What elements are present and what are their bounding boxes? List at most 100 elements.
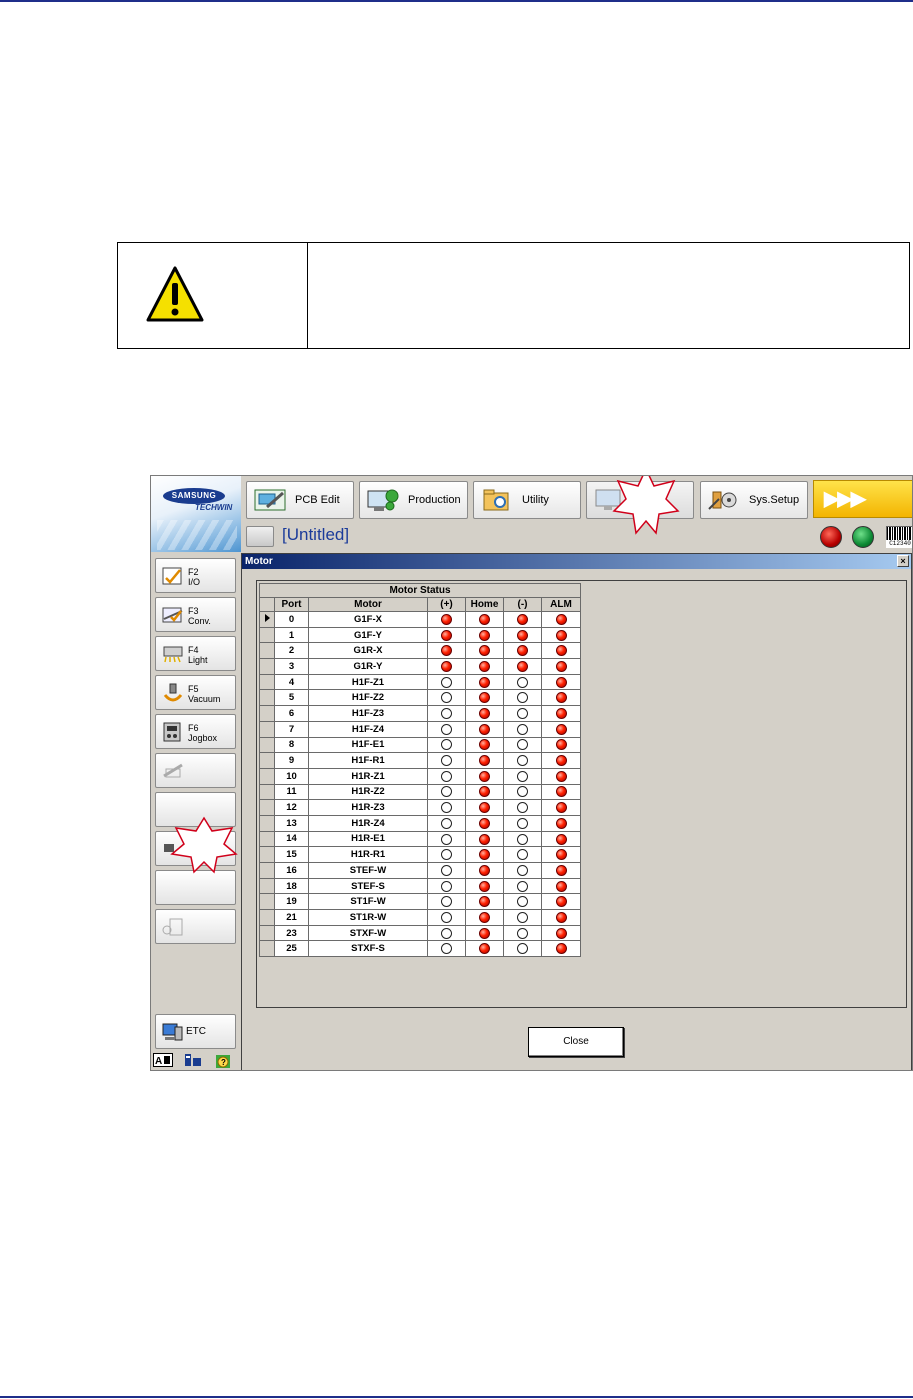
row-selector[interactable] [259,877,275,895]
table-row[interactable]: 19 ST1F-W [259,893,581,911]
plus-limit-led-icon [441,613,452,625]
home-led-icon [479,802,490,814]
io-icon [162,567,182,585]
pcb-edit-button[interactable]: PCB Edit [246,481,354,519]
utility-button[interactable]: Utility [473,481,581,519]
plus-limit-led-icon [441,708,452,720]
side-button-io[interactable]: F2 I/O [155,558,236,593]
row-selector[interactable] [259,814,275,832]
minus-limit-led-icon [517,629,528,641]
row-selector[interactable] [259,783,275,801]
row-selector[interactable] [259,736,275,754]
side-button-disabled-2[interactable] [155,909,236,944]
minus-limit-led-icon [517,755,528,767]
row-selector[interactable] [259,689,275,707]
table-row[interactable]: 18 STEF-S [259,877,581,895]
document-button[interactable] [246,526,274,547]
column-header-port[interactable]: Port [274,597,309,612]
minus-limit-led-icon [517,645,528,657]
column-header-plus[interactable]: (+) [427,597,466,612]
row-selector[interactable] [259,924,275,942]
alarm-led-icon [555,896,567,908]
home-cell [465,924,504,942]
red-status-lamp [820,526,842,548]
row-selector[interactable] [259,767,275,785]
alarm-cell [541,658,581,675]
row-selector[interactable] [259,752,275,769]
row-selector[interactable] [259,830,275,848]
side-button-vacuum[interactable]: F5 Vacuum [155,675,236,710]
side-button-jogbox[interactable]: F6 Jogbox [155,714,236,749]
home-led-icon [479,645,490,657]
home-cell [465,720,504,738]
help-icon[interactable]: ? [213,1052,233,1068]
row-selector[interactable] [259,673,275,691]
table-row[interactable]: 10 H1R-Z1 [259,767,581,785]
minus-limit-cell [503,799,542,816]
port-cell: 2 [274,642,309,660]
table-row[interactable]: 23 STXF-W [259,924,581,942]
row-selector[interactable] [259,658,275,675]
row-selector[interactable] [259,940,275,958]
row-selector[interactable] [259,626,275,644]
row-selector[interactable] [259,846,275,863]
home-led-icon [479,864,490,876]
row-selector[interactable] [259,642,275,660]
etc-label: ETC [186,1026,206,1037]
light-icon [163,646,183,663]
minus-limit-cell [503,924,542,942]
keyboard-input-icon[interactable]: A [153,1052,173,1068]
row-selector[interactable] [259,862,275,879]
table-row[interactable]: 3 G1R-Y [259,658,581,675]
table-row[interactable]: 0 G1F-X [259,611,581,628]
minus-limit-cell [503,814,542,832]
side-button-light[interactable]: F4 Light [155,636,236,671]
minus-limit-cell [503,720,542,738]
table-row[interactable]: 12 H1R-Z3 [259,799,581,816]
current-row-pointer-icon [264,614,270,623]
table-row[interactable]: 1 G1F-Y [259,626,581,644]
side-button-conv[interactable]: F3 Conv. [155,597,236,632]
row-selector[interactable] [259,893,275,911]
row-selector[interactable] [259,909,275,926]
row-selector[interactable] [259,705,275,722]
column-header-home[interactable]: Home [465,597,504,612]
table-row[interactable]: 5 H1F-Z2 [259,689,581,707]
table-row[interactable]: 9 H1F-R1 [259,752,581,769]
table-row[interactable]: 11 H1R-Z2 [259,783,581,801]
sys-setup-button[interactable]: Sys.Setup [700,481,808,519]
alarm-led-icon [555,645,567,657]
table-row[interactable]: 14 H1R-E1 [259,830,581,848]
table-row[interactable]: 2 G1R-X [259,642,581,660]
table-row[interactable]: 25 STXF-S [259,940,581,958]
table-row[interactable]: 21 ST1R-W [259,909,581,926]
table-row[interactable]: 4 H1F-Z1 [259,673,581,691]
table-row[interactable]: 13 H1R-Z4 [259,814,581,832]
motor-status-panel: Motor Status Port Motor (+) Home (-) ALM… [256,580,907,1008]
minus-limit-led-icon [517,802,528,814]
side-button-blank-2[interactable] [155,870,236,905]
row-selector[interactable] [259,799,275,816]
minus-limit-led-icon [517,723,528,735]
home-cell [465,752,504,769]
column-header-minus[interactable]: (-) [503,597,542,612]
minus-limit-led-icon [517,911,528,923]
column-header-motor[interactable]: Motor [308,597,428,612]
next-arrow-button[interactable]: ▶▶▶ [813,480,912,518]
port-cell: 13 [274,814,309,832]
network-icon[interactable] [183,1052,203,1068]
dialog-close-icon[interactable]: × [897,555,909,567]
etc-button[interactable]: ETC [155,1014,236,1049]
table-row[interactable]: 7 H1F-Z4 [259,720,581,738]
table-row[interactable]: 8 H1F-E1 [259,736,581,754]
production-button[interactable]: Production [359,481,468,519]
side-button-disabled-1[interactable] [155,753,236,788]
green-status-lamp [852,526,874,548]
column-header-alm[interactable]: ALM [541,597,581,612]
table-row[interactable]: 15 H1R-R1 [259,846,581,863]
row-selector[interactable] [259,611,275,628]
row-selector[interactable] [259,720,275,738]
close-button[interactable]: Close [528,1027,624,1057]
table-row[interactable]: 6 H1F-Z3 [259,705,581,722]
table-row[interactable]: 16 STEF-W [259,862,581,879]
